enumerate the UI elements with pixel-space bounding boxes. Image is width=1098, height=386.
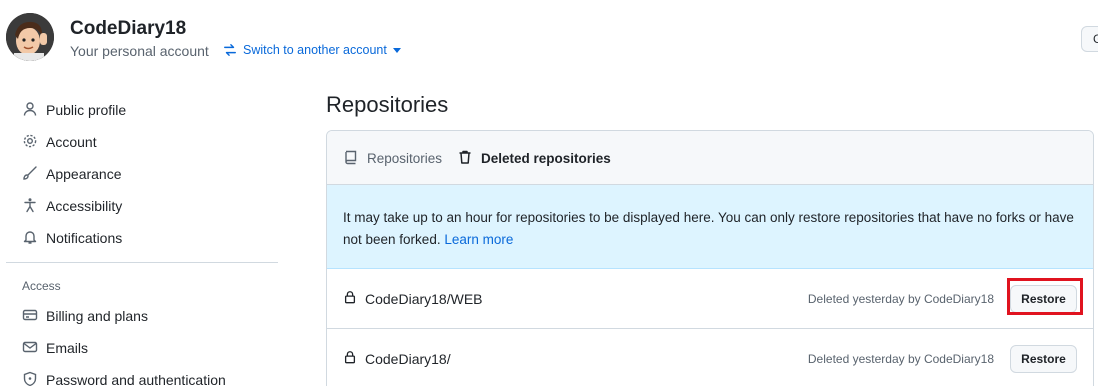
shield-lock-icon (22, 371, 38, 386)
sidebar-item-label: Emails (46, 340, 89, 356)
accessibility-icon (22, 197, 38, 216)
sidebar-item-accessibility[interactable]: Accessibility (22, 195, 122, 217)
sidebar-item-label: Notifications (46, 230, 123, 246)
list-item: CodeDiary18/ Deleted yesterday by CodeDi… (327, 329, 1093, 386)
mail-icon (22, 339, 38, 358)
paintbrush-icon (22, 165, 38, 184)
page-title: Repositories (326, 92, 449, 117)
account-subtitle: Your personal account (70, 43, 209, 59)
info-notice: It may take up to an hour for repositori… (327, 185, 1093, 269)
gear-icon (22, 133, 38, 152)
sidebar-item-appearance[interactable]: Appearance (22, 163, 122, 185)
bell-icon (22, 229, 38, 248)
deleted-meta: Deleted yesterday by CodeDiary18 (807, 352, 994, 366)
sidebar-item-label: Appearance (46, 166, 122, 182)
sidebar-item-label: Public profile (46, 102, 127, 118)
person-icon (22, 101, 38, 120)
sidebar-item-label: Billing and plans (46, 308, 148, 324)
credit-card-icon (22, 307, 38, 326)
sidebar-item-password[interactable]: Password and authentication (22, 369, 226, 386)
panel-tabs: Repositories Deleted repositories (327, 131, 1093, 185)
switch-account-link[interactable]: Switch to another account (223, 43, 401, 57)
sidebar-item-notifications[interactable]: Notifications (22, 227, 122, 249)
sidebar-item-label: Account (46, 134, 97, 150)
tab-repositories[interactable]: Repositories (343, 149, 442, 168)
repo-icon (343, 149, 359, 168)
sidebar-item-account[interactable]: Account (22, 131, 97, 153)
repo-name: CodeDiary18/ (343, 350, 451, 367)
tab-label: Repositories (367, 151, 443, 166)
sidebar-item-label: Accessibility (46, 198, 123, 214)
arrow-switch-icon (223, 43, 237, 57)
trash-icon (457, 149, 473, 168)
go-to-profile-button[interactable]: G (1081, 26, 1098, 52)
tab-deleted-repositories[interactable]: Deleted repositories (457, 149, 611, 168)
sidebar-divider (6, 262, 278, 263)
learn-more-link[interactable]: Learn more (444, 232, 513, 247)
lock-icon (343, 290, 357, 307)
tab-label: Deleted repositories (481, 151, 611, 166)
restore-highlight-box (1007, 278, 1083, 315)
repo-name-text: CodeDiary18/ (365, 350, 451, 367)
repositories-panel: Repositories Deleted repositories It may… (326, 130, 1094, 386)
sidebar-item-emails[interactable]: Emails (22, 337, 88, 359)
deleted-meta: Deleted yesterday by CodeDiary18 (807, 292, 994, 306)
restore-button[interactable]: Restore (1010, 345, 1077, 373)
caret-down-icon (392, 46, 401, 54)
switch-account-label: Switch to another account (243, 43, 387, 57)
sidebar-item-billing[interactable]: Billing and plans (22, 305, 148, 327)
avatar[interactable] (6, 13, 54, 61)
repo-name: CodeDiary18/WEB (343, 290, 483, 307)
sidebar-item-public-profile[interactable]: Public profile (22, 99, 126, 121)
sidebar-heading-access: Access (22, 279, 61, 293)
repo-name-text: CodeDiary18/WEB (365, 290, 483, 307)
account-name: CodeDiary18 (70, 18, 187, 39)
lock-icon (343, 350, 357, 367)
list-item: CodeDiary18/WEB Deleted yesterday by Cod… (327, 269, 1093, 329)
sidebar-item-label: Password and authentication (46, 372, 226, 386)
